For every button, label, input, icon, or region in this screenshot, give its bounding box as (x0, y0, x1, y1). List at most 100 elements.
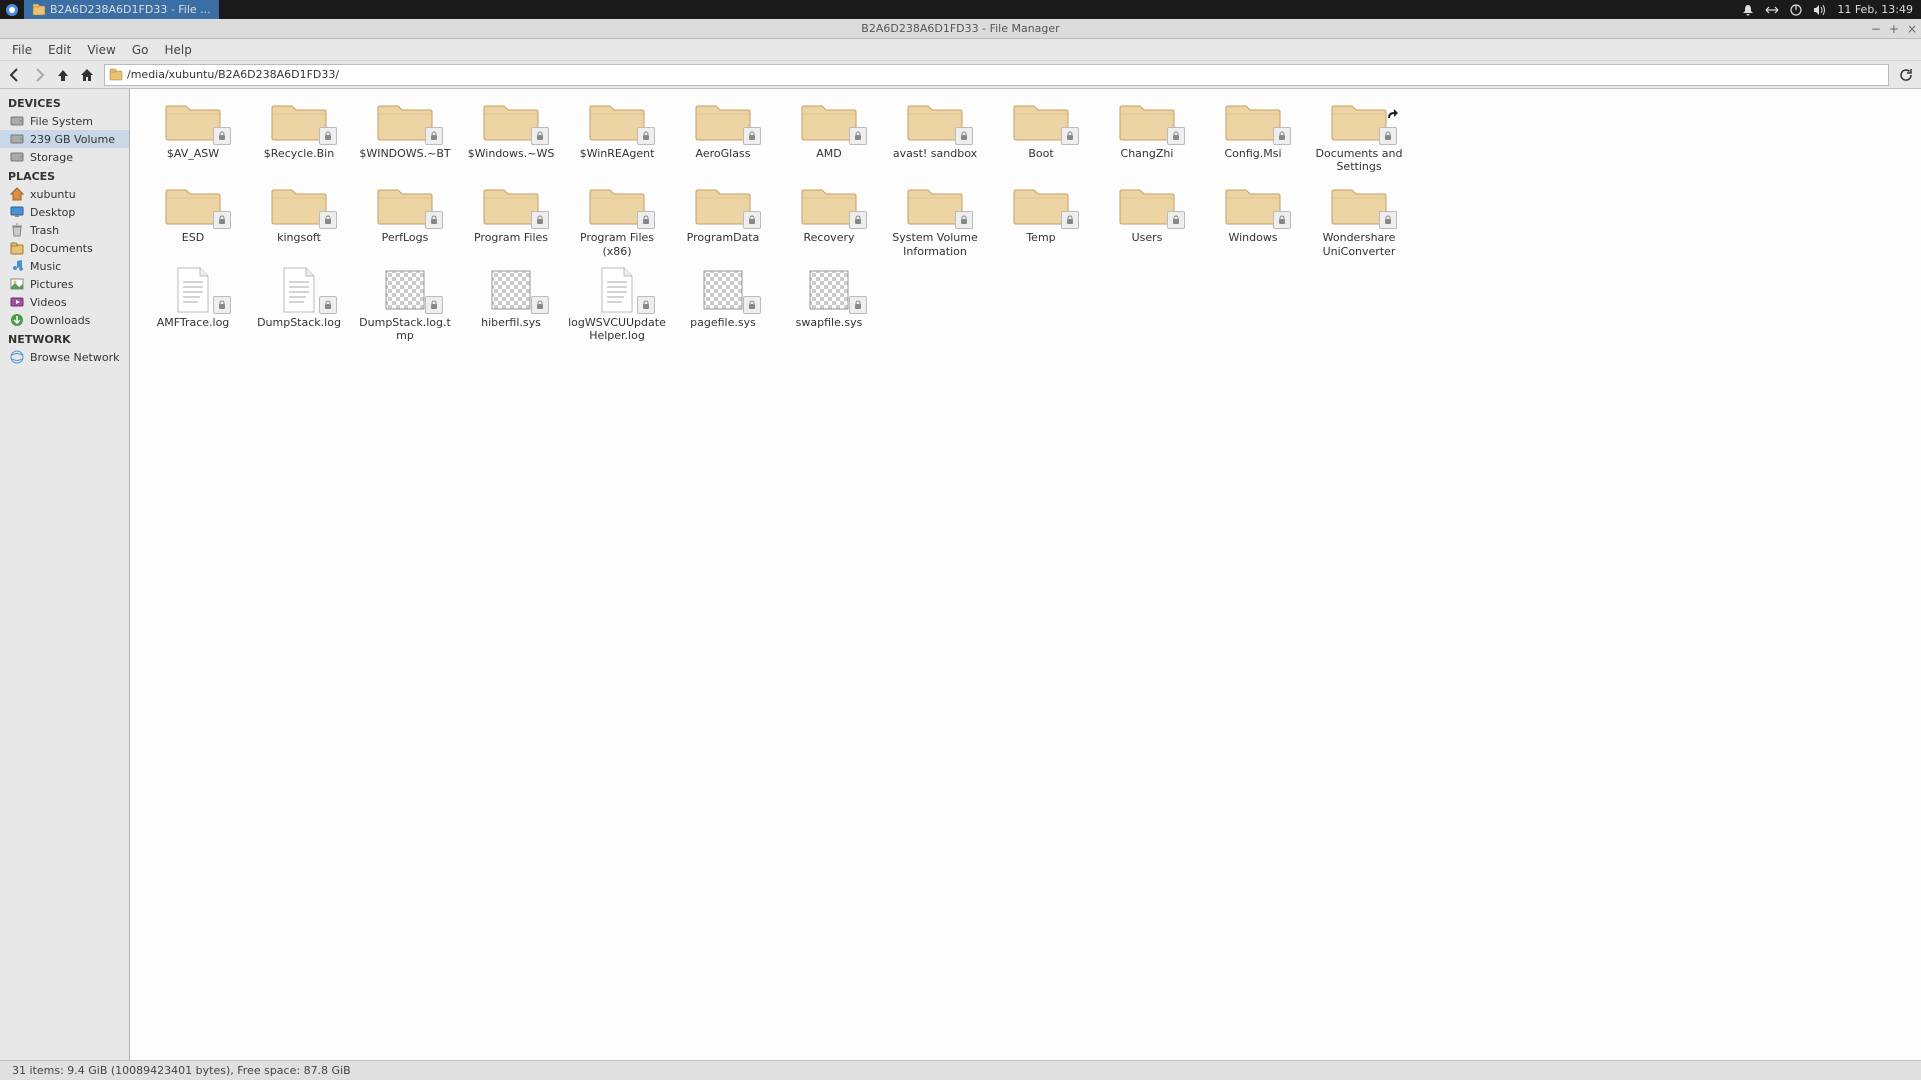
lock-icon (213, 296, 231, 314)
lock-icon (1167, 127, 1185, 145)
file-icon (161, 99, 225, 143)
close-button[interactable]: × (1907, 22, 1917, 36)
sidebar-item-label: 239 GB Volume (30, 133, 115, 146)
file-label: logWSVCUUpdateHelper.log (567, 316, 667, 342)
lock-icon (1061, 127, 1079, 145)
lock-icon (1273, 127, 1291, 145)
back-button[interactable] (4, 64, 26, 86)
file-item[interactable]: logWSVCUUpdateHelper.log (564, 268, 670, 342)
clock[interactable]: 11 Feb, 13:49 (1837, 3, 1913, 16)
sidebar-item-xubuntu[interactable]: xubuntu (0, 185, 129, 203)
notification-icon[interactable] (1741, 3, 1755, 17)
pathbar[interactable]: /media/xubuntu/B2A6D238A6D1FD33/ (104, 64, 1889, 86)
sidebar-header: PLACES (0, 166, 129, 185)
lock-icon (319, 296, 337, 314)
sidebar-item-downloads[interactable]: Downloads (0, 311, 129, 329)
file-item[interactable]: AMFTrace.log (140, 268, 246, 342)
menu-view[interactable]: View (79, 40, 123, 60)
menu-help[interactable]: Help (156, 40, 199, 60)
folder-item[interactable]: Boot (988, 99, 1094, 173)
lock-icon (743, 211, 761, 229)
folder-item[interactable]: AeroGlass (670, 99, 776, 173)
file-icon (1009, 99, 1073, 143)
sidebar-item-documents[interactable]: Documents (0, 239, 129, 257)
window-titlebar[interactable]: B2A6D238A6D1FD33 - File Manager − + × (0, 19, 1921, 39)
folder-item[interactable]: ChangZhi (1094, 99, 1200, 173)
lock-icon (425, 127, 443, 145)
folder-item[interactable]: Wondershare UniConverter (1306, 183, 1412, 257)
home-button[interactable] (76, 64, 98, 86)
folder-item[interactable]: AMD (776, 99, 882, 173)
sidebar-header: DEVICES (0, 93, 129, 112)
maximize-button[interactable]: + (1889, 22, 1899, 36)
file-label: $WinREAgent (580, 147, 655, 160)
lock-icon (319, 127, 337, 145)
folder-item[interactable]: Config.Msi (1200, 99, 1306, 173)
volume-icon[interactable] (1813, 3, 1827, 17)
menu-edit[interactable]: Edit (40, 40, 79, 60)
folder-item[interactable]: $Windows.~WS (458, 99, 564, 173)
sidebar-item-label: Pictures (30, 278, 74, 291)
sidebar-item-storage[interactable]: Storage (0, 148, 129, 166)
sidebar-item-browse-network[interactable]: Browse Network (0, 348, 129, 366)
file-icon (797, 99, 861, 143)
file-label: $AV_ASW (167, 147, 219, 160)
folder-item[interactable]: $WinREAgent (564, 99, 670, 173)
folder-item[interactable]: ProgramData (670, 183, 776, 257)
power-icon[interactable] (1789, 3, 1803, 17)
folder-item[interactable]: Recovery (776, 183, 882, 257)
file-icon (1009, 183, 1073, 227)
sidebar-item-239-gb-volume[interactable]: 239 GB Volume (0, 130, 129, 148)
file-icon (1115, 183, 1179, 227)
app-menu-icon[interactable] (4, 2, 20, 18)
folder-item[interactable]: Windows (1200, 183, 1306, 257)
file-label: Program Files (x86) (567, 231, 667, 257)
file-label: $WINDOWS.~BT (359, 147, 450, 160)
sidebar-item-file-system[interactable]: File System (0, 112, 129, 130)
folder-item[interactable]: System Volume Information (882, 183, 988, 257)
lock-icon (425, 296, 443, 314)
file-item[interactable]: hiberfil.sys (458, 268, 564, 342)
lock-icon (319, 211, 337, 229)
folder-item[interactable]: Temp (988, 183, 1094, 257)
folder-item[interactable]: kingsoft (246, 183, 352, 257)
reload-button[interactable] (1895, 64, 1917, 86)
file-icon (691, 183, 755, 227)
menu-file[interactable]: File (4, 40, 40, 60)
file-item[interactable]: swapfile.sys (776, 268, 882, 342)
folder-item[interactable]: Program Files (458, 183, 564, 257)
file-item[interactable]: pagefile.sys (670, 268, 776, 342)
menu-go[interactable]: Go (124, 40, 157, 60)
up-button[interactable] (52, 64, 74, 86)
folder-item[interactable]: Users (1094, 183, 1200, 257)
sidebar-item-videos[interactable]: Videos (0, 293, 129, 311)
file-label: Temp (1026, 231, 1055, 244)
sidebar-item-pictures[interactable]: Pictures (0, 275, 129, 293)
folder-item[interactable]: $AV_ASW (140, 99, 246, 173)
file-item[interactable]: DumpStack.log.tmp (352, 268, 458, 342)
file-label: $Recycle.Bin (264, 147, 334, 160)
resize-icon[interactable] (1765, 3, 1779, 17)
file-icon (267, 268, 331, 312)
file-manager-window: B2A6D238A6D1FD33 - File Manager − + × Fi… (0, 19, 1921, 1080)
folder-item[interactable]: $Recycle.Bin (246, 99, 352, 173)
sidebar-item-trash[interactable]: Trash (0, 221, 129, 239)
sidebar-item-desktop[interactable]: Desktop (0, 203, 129, 221)
taskbar-active-label: B2A6D238A6D1FD33 - File ... (50, 3, 211, 16)
folder-item[interactable]: avast! sandbox (882, 99, 988, 173)
file-icon (1221, 183, 1285, 227)
folder-item[interactable]: ESD (140, 183, 246, 257)
file-icon (585, 99, 649, 143)
minimize-button[interactable]: − (1871, 22, 1881, 36)
file-icon (479, 268, 543, 312)
folder-item[interactable]: $WINDOWS.~BT (352, 99, 458, 173)
folder-item[interactable]: Documents and Settings (1306, 99, 1412, 173)
folder-item[interactable]: Program Files (x86) (564, 183, 670, 257)
sidebar-item-music[interactable]: Music (0, 257, 129, 275)
taskbar-active-window[interactable]: B2A6D238A6D1FD33 - File ... (24, 0, 219, 19)
file-view[interactable]: $AV_ASW $Recycle.Bin $WINDOWS.~BT $Windows.… (130, 89, 1921, 1060)
folder-item[interactable]: PerfLogs (352, 183, 458, 257)
forward-button[interactable] (28, 64, 50, 86)
file-icon (1221, 99, 1285, 143)
file-item[interactable]: DumpStack.log (246, 268, 352, 342)
